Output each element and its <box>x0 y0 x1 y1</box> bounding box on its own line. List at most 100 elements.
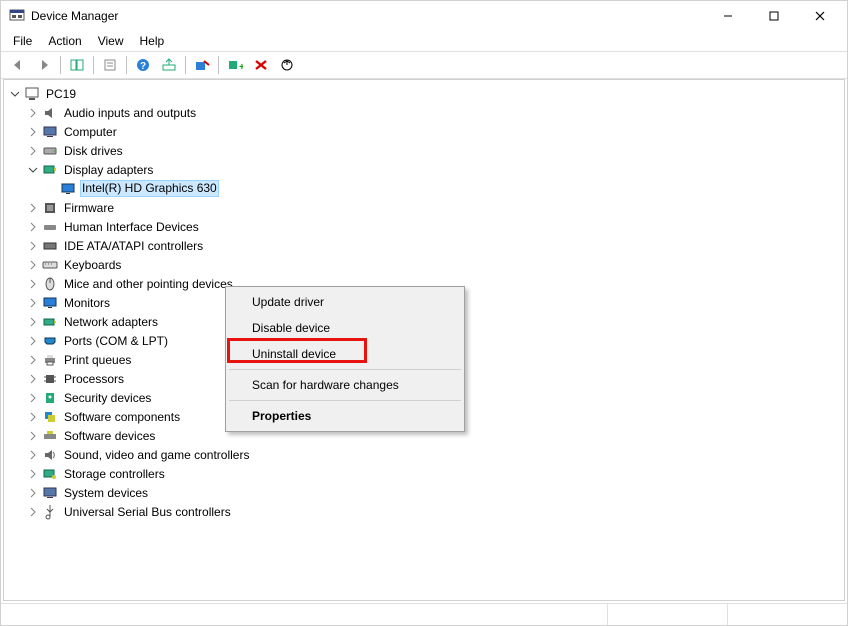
network-icon <box>42 314 58 330</box>
status-pane <box>1 604 607 625</box>
chevron-right-icon[interactable] <box>26 353 40 367</box>
minimize-button[interactable] <box>705 1 751 31</box>
software-device-icon <box>42 428 58 444</box>
chevron-right-icon[interactable] <box>26 144 40 158</box>
toolbar: ? + <box>1 52 847 78</box>
ctx-disable-device[interactable]: Disable device <box>228 315 462 341</box>
chevron-right-icon[interactable] <box>26 315 40 329</box>
software-component-icon <box>42 409 58 425</box>
svg-text:+: + <box>239 62 243 72</box>
disable-button[interactable] <box>189 54 215 76</box>
monitor-icon <box>60 181 76 197</box>
chevron-right-icon[interactable] <box>26 258 40 272</box>
toolbar-separator <box>218 56 219 74</box>
storage-controller-icon <box>42 466 58 482</box>
statusbar <box>1 603 847 625</box>
chevron-right-icon[interactable] <box>26 372 40 386</box>
ctx-separator <box>229 400 461 401</box>
chevron-right-icon[interactable] <box>26 334 40 348</box>
tree-node-system[interactable]: System devices <box>8 483 840 502</box>
chevron-right-icon[interactable] <box>26 429 40 443</box>
computer-icon <box>42 124 58 140</box>
chevron-right-icon[interactable] <box>26 296 40 310</box>
cpu-icon <box>42 371 58 387</box>
scan-hardware-button[interactable] <box>274 54 300 76</box>
tree-root[interactable]: PC19 <box>8 84 840 103</box>
tree-node-ide[interactable]: IDE ATA/ATAPI controllers <box>8 236 840 255</box>
update-driver-button[interactable] <box>156 54 182 76</box>
chevron-right-icon[interactable] <box>26 201 40 215</box>
display-adapter-icon <box>42 162 58 178</box>
menu-action[interactable]: Action <box>40 33 89 49</box>
menu-view[interactable]: View <box>90 33 132 49</box>
status-pane <box>727 604 847 625</box>
toolbar-separator <box>185 56 186 74</box>
chevron-right-icon[interactable] <box>26 448 40 462</box>
close-button[interactable] <box>797 1 843 31</box>
usb-icon <box>42 504 58 520</box>
forward-button[interactable] <box>31 54 57 76</box>
monitor-icon <box>42 295 58 311</box>
chevron-right-icon[interactable] <box>26 410 40 424</box>
ctx-scan-hardware[interactable]: Scan for hardware changes <box>228 372 462 398</box>
tree-node-computer[interactable]: Computer <box>8 122 840 141</box>
tree-node-firmware[interactable]: Firmware <box>8 198 840 217</box>
audio-icon <box>42 105 58 121</box>
port-icon <box>42 333 58 349</box>
tree-node-storage[interactable]: Storage controllers <box>8 464 840 483</box>
menu-help[interactable]: Help <box>132 33 173 49</box>
tree-node-audio[interactable]: Audio inputs and outputs <box>8 103 840 122</box>
device-tree-pane: PC19 Audio inputs and outputs Computer D… <box>3 79 845 601</box>
install-legacy-button[interactable]: + <box>222 54 248 76</box>
chevron-right-icon[interactable] <box>26 467 40 481</box>
toolbar-separator <box>93 56 94 74</box>
svg-text:?: ? <box>140 61 146 72</box>
menu-file[interactable]: File <box>5 33 40 49</box>
tree-node-hid[interactable]: Human Interface Devices <box>8 217 840 236</box>
menubar: File Action View Help <box>1 31 847 51</box>
toolbar-separator <box>60 56 61 74</box>
tree-node-disk[interactable]: Disk drives <box>8 141 840 160</box>
tree-node-keyboards[interactable]: Keyboards <box>8 255 840 274</box>
ctx-update-driver[interactable]: Update driver <box>228 289 462 315</box>
context-menu: Update driver Disable device Uninstall d… <box>225 286 465 432</box>
computer-icon <box>24 86 40 102</box>
sound-icon <box>42 447 58 463</box>
chevron-right-icon[interactable] <box>26 239 40 253</box>
properties-button[interactable] <box>97 54 123 76</box>
show-hide-console-button[interactable] <box>64 54 90 76</box>
device-manager-window: Device Manager File Action View Help ? + <box>0 0 848 626</box>
ctx-uninstall-device[interactable]: Uninstall device <box>228 341 462 367</box>
status-pane <box>607 604 727 625</box>
printer-icon <box>42 352 58 368</box>
security-icon <box>42 390 58 406</box>
chevron-right-icon[interactable] <box>26 106 40 120</box>
uninstall-button[interactable] <box>248 54 274 76</box>
chevron-right-icon[interactable] <box>26 505 40 519</box>
app-icon <box>9 8 25 24</box>
titlebar: Device Manager <box>1 1 847 31</box>
chevron-right-icon[interactable] <box>26 277 40 291</box>
chevron-right-icon[interactable] <box>26 486 40 500</box>
mouse-icon <box>42 276 58 292</box>
ctx-separator <box>229 369 461 370</box>
ctx-properties[interactable]: Properties <box>228 403 462 429</box>
chevron-right-icon[interactable] <box>26 125 40 139</box>
tree-node-usb[interactable]: Universal Serial Bus controllers <box>8 502 840 521</box>
window-title: Device Manager <box>31 9 705 23</box>
controller-icon <box>42 238 58 254</box>
tree-node-display-child[interactable]: Intel(R) HD Graphics 630 <box>8 179 840 198</box>
firmware-icon <box>42 200 58 216</box>
tree-node-sound[interactable]: Sound, video and game controllers <box>8 445 840 464</box>
keyboard-icon <box>42 257 58 273</box>
help-button[interactable]: ? <box>130 54 156 76</box>
toolbar-separator <box>126 56 127 74</box>
chevron-down-icon[interactable] <box>26 163 40 177</box>
tree-node-display[interactable]: Display adapters <box>8 160 840 179</box>
chevron-right-icon[interactable] <box>26 391 40 405</box>
chevron-down-icon[interactable] <box>8 87 22 101</box>
maximize-button[interactable] <box>751 1 797 31</box>
chevron-right-icon[interactable] <box>26 220 40 234</box>
disk-icon <box>42 143 58 159</box>
back-button[interactable] <box>5 54 31 76</box>
